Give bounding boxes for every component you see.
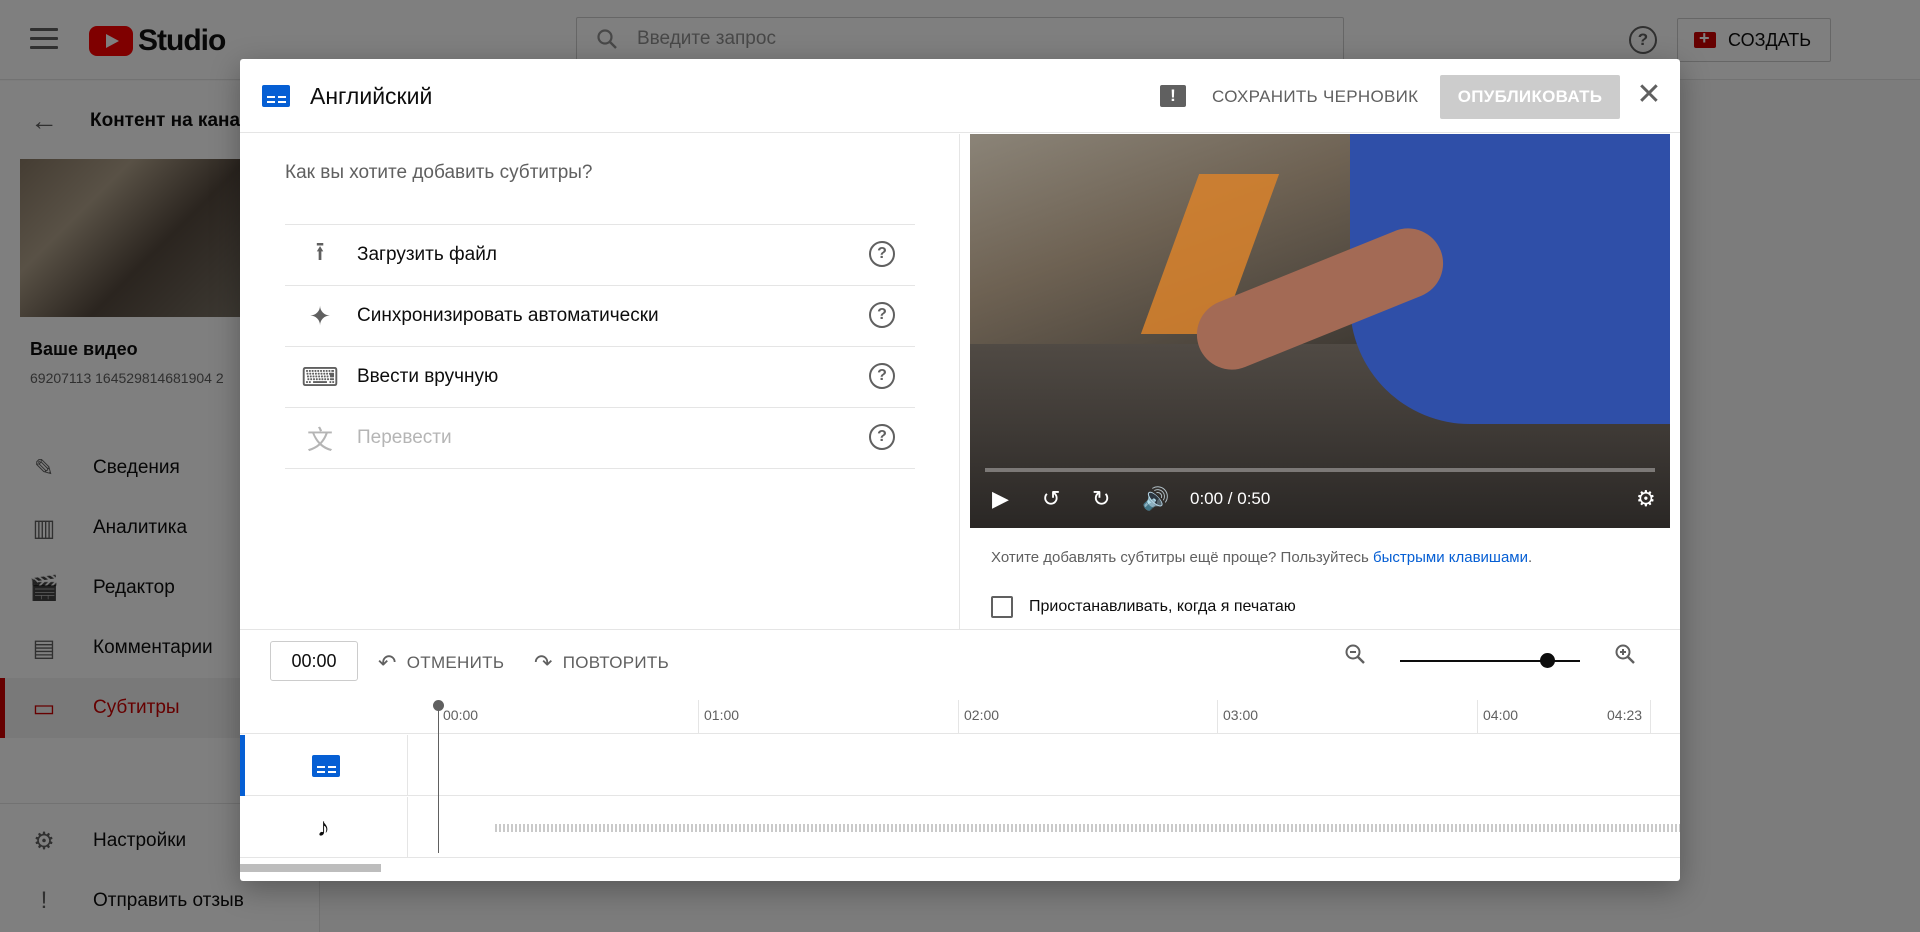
subtitle-track[interactable] (240, 735, 1680, 796)
settings-gear-icon[interactable]: ⚙ (1636, 484, 1656, 514)
tick-label: 02:00 (964, 707, 1000, 723)
redo-button[interactable]: ↷ ПОВТОРИТЬ (534, 650, 669, 676)
save-draft-button[interactable]: СОХРАНИТЬ ЧЕРНОВИК (1212, 87, 1418, 107)
current-time-field[interactable]: 00:00 (270, 641, 358, 681)
option-label: Перевести (357, 427, 452, 448)
tick-label: 04:23 (1607, 707, 1643, 723)
tick-line (698, 700, 699, 734)
tick-label: 00:00 (443, 707, 479, 723)
option-label: Загрузить файл (357, 244, 497, 265)
help-icon[interactable]: ? (869, 424, 895, 450)
upload-icon: ⭱ (315, 236, 325, 266)
tick-label: 01:00 (704, 707, 740, 723)
method-question: Как вы хотите добавить субтитры? (285, 162, 593, 183)
option-auto-sync[interactable]: ✦ Синхронизировать автоматически ? (285, 286, 915, 347)
audio-track-label: ♪ (240, 797, 408, 858)
method-options: ⭱ Загрузить файл ? ✦ Синхронизировать ав… (285, 224, 915, 469)
tick-line (1650, 700, 1651, 734)
pause-label: Приостанавливать, когда я печатаю (1029, 598, 1296, 615)
redo-label: ПОВТОРИТЬ (562, 653, 670, 672)
audio-waveform (495, 824, 1680, 832)
horizontal-scrollbar[interactable] (240, 864, 381, 872)
playhead[interactable] (438, 703, 439, 853)
feedback-icon[interactable]: ! (1160, 85, 1186, 107)
video-player[interactable]: ▶ ↺ ↻ 🔊 0:00 / 0:50 ⚙ (970, 134, 1670, 528)
rewind-10-icon[interactable]: ↺ (1042, 484, 1060, 514)
tick-label: 04:00 (1483, 707, 1519, 723)
subtitles-dialog: Английский ! СОХРАНИТЬ ЧЕРНОВИК ОПУБЛИКО… (240, 59, 1680, 881)
zoom-in-icon[interactable] (1610, 642, 1640, 672)
subtitles-icon (312, 754, 340, 777)
subtitle-track-label (240, 735, 408, 796)
close-icon[interactable]: ✕ (1634, 80, 1664, 111)
timeline-ruler[interactable]: 00:00 01:00 02:00 03:00 04:00 04:23 (240, 697, 1680, 734)
help-icon[interactable]: ? (869, 241, 895, 267)
undo-label: ОТМЕНИТЬ (406, 653, 505, 672)
tick-label: 03:00 (1223, 707, 1259, 723)
translate-icon: 文 (306, 424, 333, 455)
video-time: 0:00 / 0:50 (1190, 489, 1271, 508)
redo-icon: ↷ (534, 650, 553, 675)
subtitles-icon (262, 85, 290, 107)
hint-end: . (1528, 549, 1533, 566)
audio-track[interactable]: ♪ (240, 797, 1680, 858)
dialog-header: Английский ! СОХРАНИТЬ ЧЕРНОВИК ОПУБЛИКО… (240, 59, 1680, 133)
video-progress-bar[interactable] (985, 468, 1655, 472)
tick-line (1477, 700, 1478, 734)
play-icon[interactable]: ▶ (992, 484, 1009, 514)
forward-10-icon[interactable]: ↻ (1092, 484, 1110, 514)
undo-button[interactable]: ↶ ОТМЕНИТЬ (378, 650, 504, 676)
help-icon[interactable]: ? (869, 302, 895, 328)
tick-line (958, 700, 959, 734)
publish-button[interactable]: ОПУБЛИКОВАТЬ (1440, 75, 1620, 119)
pause-while-typing[interactable]: Приостанавливать, когда я печатаю (991, 596, 1296, 618)
keyboard-icon: ⌨ (301, 361, 339, 392)
volume-icon[interactable]: 🔊 (1142, 484, 1169, 514)
option-upload-file[interactable]: ⭱ Загрузить файл ? (285, 225, 915, 286)
music-note-icon: ♪ (317, 812, 330, 842)
dialog-title: Английский (310, 83, 433, 109)
option-label: Синхронизировать автоматически (357, 305, 659, 326)
zoom-out-icon[interactable] (1340, 642, 1370, 672)
option-type-manually[interactable]: ⌨ Ввести вручную ? (285, 347, 915, 408)
option-label: Ввести вручную (357, 366, 499, 387)
undo-icon: ↶ (378, 650, 397, 675)
option-translate: 文 Перевести ? (285, 408, 915, 469)
hint-text: Хотите добавлять субтитры ещё проще? Пол… (991, 549, 1374, 566)
shortcuts-hint: Хотите добавлять субтитры ещё проще? Пол… (991, 549, 1532, 566)
add-method-pane: Как вы хотите добавить субтитры? ⭱ Загру… (240, 134, 960, 629)
shortcuts-link[interactable]: быстрыми клавишами (1373, 549, 1528, 566)
zoom-slider-handle[interactable] (1540, 653, 1556, 668)
help-icon[interactable]: ? (869, 363, 895, 389)
sparkle-icon: ✦ (309, 300, 331, 331)
pause-checkbox[interactable] (991, 596, 1013, 618)
tick-line (1217, 700, 1218, 734)
timeline-toolbar: 00:00 ↶ ОТМЕНИТЬ ↷ ПОВТОРИТЬ (240, 629, 1680, 697)
